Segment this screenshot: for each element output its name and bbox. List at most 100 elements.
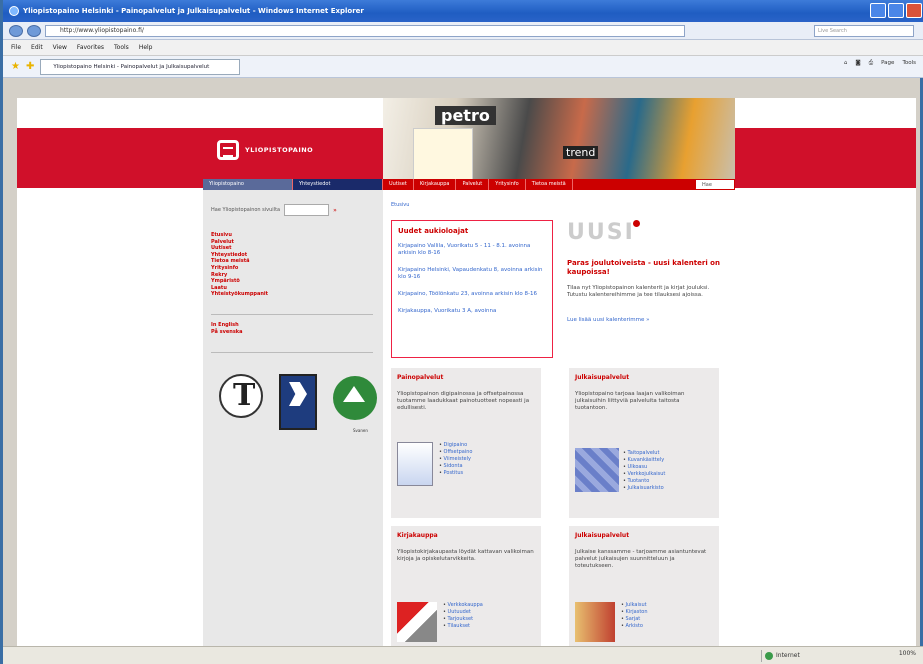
panel-link[interactable]: Tarjoukset (443, 616, 483, 623)
home-icon[interactable]: ⌂ (844, 60, 848, 67)
site-logo[interactable]: YLIOPISTOPAINO (217, 140, 313, 160)
sidebar-item-yhteystiedot[interactable]: Yhteystiedot (211, 252, 268, 259)
print-icon[interactable]: ⎙ (869, 60, 873, 67)
sidebar-search-input[interactable] (284, 204, 330, 216)
panel-link[interactable]: Arkisto (621, 623, 648, 630)
panel-link[interactable]: Uutuudet (443, 609, 483, 616)
forward-icon[interactable] (27, 24, 41, 37)
sidebar-item-palvelut[interactable]: Palvelut (211, 239, 268, 246)
panel-julkaisut: Julkaisupalvelut Julkaise kanssamme - ta… (569, 526, 719, 646)
sidebar-divider (211, 314, 373, 315)
sidebar-item-ymparisto[interactable]: Ympäristö (211, 278, 268, 285)
quality-cert-icon (279, 374, 317, 430)
panel-link[interactable]: Taitopalvelut (623, 450, 665, 457)
panel-kirjakauppa: Kirjakauppa Yliopistokirjakaupasta löydä… (391, 526, 541, 646)
tools-menu[interactable]: Tools (902, 60, 916, 67)
sidebar-item-yritysinfo[interactable]: Yritysinfo (211, 265, 268, 272)
menu-edit[interactable]: Edit (31, 44, 43, 51)
panel-title[interactable]: Kirjakauppa (397, 532, 535, 539)
print-cert-icon (219, 374, 263, 418)
command-bar: ⌂ ◙ ⎙ Page Tools (844, 60, 916, 67)
feature-more-link[interactable]: Lue lisää uusi kalenterimme » (567, 317, 727, 323)
feeds-icon[interactable]: ◙ (855, 60, 860, 67)
panel-link[interactable]: Verkkojulkaisut (623, 471, 666, 478)
panel-link[interactable]: Sidonta (439, 463, 472, 470)
add-favorite-icon[interactable]: ✚ (26, 61, 34, 72)
menu-bar: File Edit View Favorites Tools Help (3, 40, 923, 56)
news-item[interactable]: Kirjapaino Vallila, Vuorikatu 5 - 11 - 8… (398, 243, 546, 257)
nav-palvelut[interactable]: Palvelut (456, 179, 490, 190)
news-item[interactable]: Kirjakauppa, Vuorikatu 3 A, avoinna (398, 308, 546, 315)
close-icon[interactable] (906, 3, 922, 18)
uusi-logo: UUSI (567, 220, 727, 245)
panel-link[interactable]: Sarjat (621, 616, 648, 623)
lang-english[interactable]: In English (211, 322, 243, 329)
panel-link[interactable]: Kirjaston (621, 609, 648, 616)
sidebar-item-laatu[interactable]: Laatu (211, 285, 268, 292)
nav-yhteystiedot[interactable]: Yhteystiedot (293, 179, 383, 190)
news-item[interactable]: Kirjapaino Helsinki, Vapaudenkatu 8, avo… (398, 267, 546, 281)
menu-view[interactable]: View (53, 44, 67, 51)
panel-link[interactable]: Julkaisut (621, 602, 648, 609)
nav-kirjakauppa[interactable]: Kirjakauppa (414, 179, 457, 190)
magazine-page-image (413, 128, 473, 183)
minimize-icon[interactable] (870, 3, 886, 18)
page-viewport: YLIOPISTOPAINO petro trend Yliopistopain… (17, 98, 916, 646)
feature-body: Tilaa nyt Yliopistopainon kalenterit ja … (567, 285, 710, 298)
panel-body: Julkaise kanssamme - tarjoamme asiantunt… (575, 549, 707, 569)
sidebar-item-tietoa[interactable]: Tietoa meistä (211, 258, 268, 265)
sidebar-search-go[interactable]: » (333, 207, 337, 214)
panel-title[interactable]: Painopalvelut (397, 374, 535, 381)
security-zone: Internet (761, 650, 835, 662)
url-input[interactable]: http://www.yliopistopaino.fi/ (45, 24, 685, 37)
bookstore-image (397, 602, 437, 642)
browser-tab[interactable]: Yliopistopaino Helsinki - Painopalvelut … (40, 58, 241, 75)
hero-banner: petro trend (383, 98, 735, 188)
panel-link[interactable]: Kuvankäsittely (623, 457, 665, 464)
publishing-collage-image (575, 448, 619, 492)
panel-link[interactable]: Verkkokauppa (443, 602, 483, 609)
sidebar-search-label: Hae Yliopistopainon sivuilta (211, 207, 281, 213)
hero-word-trend: trend (563, 146, 599, 159)
nav-tietoa[interactable]: Tietoa meistä (526, 179, 573, 190)
nav-yritysinfo[interactable]: Yritysinfo (489, 179, 526, 190)
menu-favorites[interactable]: Favorites (77, 44, 104, 51)
menu-file[interactable]: File (11, 44, 21, 51)
panel-link[interactable]: Offsetpaino (439, 449, 473, 456)
panel-link[interactable]: Ulkoasu (623, 464, 665, 471)
menu-help[interactable]: Help (139, 44, 153, 51)
nav-yliopistopaino[interactable]: Yliopistopaino (203, 179, 293, 190)
sidebar-item-kumppanit[interactable]: Yhteistyökumppanit (211, 291, 268, 298)
nav-uutiset[interactable]: Uutiset (383, 179, 414, 190)
sidebar-item-etusivu[interactable]: Etusivu (211, 232, 268, 239)
feature-title[interactable]: Paras joulutoiveista - uusi kalenteri on… (567, 259, 727, 277)
panel-link[interactable]: Tuotanto (623, 478, 665, 485)
panel-link[interactable]: Viimeistely (439, 456, 472, 463)
zoom-level[interactable]: 100% (899, 650, 916, 657)
panel-link[interactable]: Tilaukset (443, 623, 483, 630)
panel-links: Taitopalvelut Kuvankäsittely Ulkoasu Ver… (623, 450, 666, 492)
news-item[interactable]: Kirjapaino, Töölönkatu 23, avoinna arkis… (398, 291, 546, 298)
panel-link[interactable]: Julkaisuarkisto (623, 485, 665, 492)
nav-search[interactable]: Hae (695, 179, 735, 190)
panel-title[interactable]: Julkaisupalvelut (575, 374, 713, 381)
panel-links: Verkkokauppa Uutuudet Tarjoukset Tilauks… (443, 602, 483, 630)
maximize-icon[interactable] (888, 3, 904, 18)
lang-swedish[interactable]: På svenska (211, 329, 243, 336)
menu-tools[interactable]: Tools (114, 44, 129, 51)
panel-link[interactable]: Postitus (439, 470, 472, 477)
page-menu[interactable]: Page (881, 60, 894, 67)
sidebar-item-rekry[interactable]: Rekry (211, 272, 268, 279)
panel-links: Julkaisut Kirjaston Sarjat Arkisto (621, 602, 648, 630)
search-input[interactable]: Live Search (814, 25, 914, 37)
breadcrumb[interactable]: Etusivu (391, 202, 409, 208)
window-title: Yliopistopaino Helsinki - Painopalvelut … (23, 7, 364, 15)
favorites-star-icon[interactable]: ★ (11, 61, 20, 72)
feature-box: UUSI Paras joulutoiveista - uusi kalente… (567, 220, 727, 323)
panel-title[interactable]: Julkaisupalvelut (575, 532, 713, 539)
sidebar-item-uutiset[interactable]: Uutiset (211, 245, 268, 252)
status-bar: Internet 100% (3, 646, 923, 664)
back-icon[interactable] (9, 24, 23, 37)
browser-window: Yliopistopaino Helsinki - Painopalvelut … (0, 0, 923, 664)
panel-link[interactable]: Digipaino (439, 442, 472, 449)
